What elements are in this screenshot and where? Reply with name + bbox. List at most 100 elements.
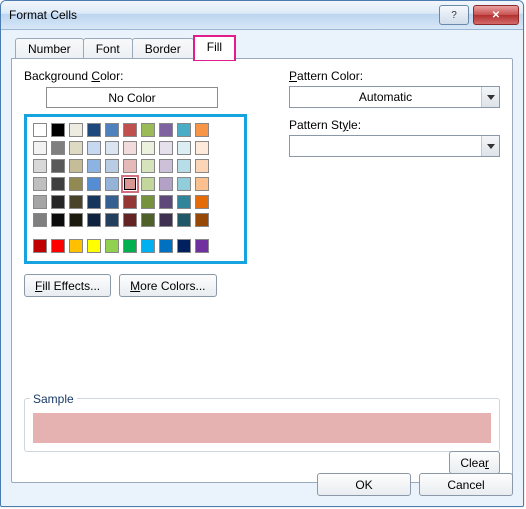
color-swatch[interactable] [123, 213, 137, 227]
color-swatch[interactable] [123, 141, 137, 155]
color-swatch[interactable] [87, 141, 101, 155]
sample-label: Sample [30, 392, 77, 406]
tab-number[interactable]: Number [15, 38, 84, 60]
color-swatch[interactable] [69, 213, 83, 227]
color-swatch[interactable] [177, 239, 191, 253]
color-swatch[interactable] [87, 123, 101, 137]
color-swatch[interactable] [159, 195, 173, 209]
sample-box [24, 398, 500, 452]
sample-group: Sample [24, 384, 500, 452]
ok-button[interactable]: OK [317, 473, 411, 496]
color-swatch[interactable] [123, 239, 137, 253]
color-swatch[interactable] [33, 141, 47, 155]
color-swatch[interactable] [141, 195, 155, 209]
color-swatch[interactable] [105, 159, 119, 173]
color-swatch[interactable] [87, 159, 101, 173]
fill-effects-button[interactable]: Fill Effects... [24, 274, 111, 297]
pattern-color-combo[interactable]: Automatic [289, 86, 500, 108]
no-color-button[interactable]: No Color [46, 87, 218, 108]
color-swatch[interactable] [69, 177, 83, 191]
pattern-style-combo[interactable] [289, 135, 500, 157]
color-swatch[interactable] [177, 177, 191, 191]
color-swatch[interactable] [123, 159, 137, 173]
color-swatch[interactable] [141, 159, 155, 173]
color-swatch[interactable] [33, 177, 47, 191]
color-swatch[interactable] [33, 239, 47, 253]
color-swatch[interactable] [159, 239, 173, 253]
color-swatch[interactable] [87, 239, 101, 253]
color-swatch[interactable] [105, 195, 119, 209]
color-swatch[interactable] [195, 177, 209, 191]
color-swatch[interactable] [177, 213, 191, 227]
color-swatch[interactable] [69, 239, 83, 253]
color-swatch[interactable] [105, 177, 119, 191]
color-swatch[interactable] [87, 177, 101, 191]
color-swatch[interactable] [87, 195, 101, 209]
color-swatch[interactable] [195, 123, 209, 137]
help-button[interactable] [439, 5, 469, 25]
more-colors-button[interactable]: More Colors... [119, 274, 216, 297]
color-swatch[interactable] [195, 141, 209, 155]
color-swatch[interactable] [69, 159, 83, 173]
color-swatch[interactable] [123, 177, 137, 191]
color-swatch[interactable] [105, 123, 119, 137]
client-area: NumberFontBorderFill Background Color: N… [1, 29, 523, 506]
cancel-button[interactable]: Cancel [419, 473, 513, 496]
color-swatch[interactable] [159, 141, 173, 155]
color-swatch[interactable] [51, 177, 65, 191]
color-swatch[interactable] [195, 195, 209, 209]
color-swatch[interactable] [159, 213, 173, 227]
chevron-down-icon[interactable] [481, 136, 499, 156]
color-swatch[interactable] [105, 141, 119, 155]
palette-buttons: Fill Effects... More Colors... [24, 274, 279, 297]
color-swatch[interactable] [177, 141, 191, 155]
color-swatch[interactable] [51, 239, 65, 253]
color-swatch[interactable] [33, 159, 47, 173]
color-swatch[interactable] [195, 213, 209, 227]
close-button[interactable] [473, 5, 519, 25]
tab-font[interactable]: Font [83, 38, 133, 60]
left-column: Background Color: No Color Fill Effects.… [24, 69, 279, 297]
color-swatch[interactable] [141, 123, 155, 137]
clear-button[interactable]: Clear [449, 451, 500, 474]
color-swatch[interactable] [123, 195, 137, 209]
color-swatch[interactable] [141, 177, 155, 191]
color-swatch[interactable] [51, 141, 65, 155]
color-swatch[interactable] [33, 195, 47, 209]
color-swatch[interactable] [141, 239, 155, 253]
chevron-down-icon[interactable] [481, 87, 499, 107]
color-swatch[interactable] [141, 213, 155, 227]
color-swatch[interactable] [177, 195, 191, 209]
color-swatch[interactable] [159, 159, 173, 173]
tab-border[interactable]: Border [132, 38, 194, 60]
tab-fill[interactable]: Fill [193, 35, 236, 61]
right-column: Pattern Color: Automatic Pattern Style: [289, 69, 500, 297]
color-swatch[interactable] [51, 159, 65, 173]
color-swatch[interactable] [51, 123, 65, 137]
theme-color-grid [33, 123, 238, 229]
color-swatch[interactable] [69, 141, 83, 155]
color-palette-highlight [24, 114, 247, 264]
dialog-buttons: OK Cancel [317, 473, 513, 496]
color-swatch[interactable] [69, 123, 83, 137]
color-swatch[interactable] [141, 141, 155, 155]
color-swatch[interactable] [51, 213, 65, 227]
color-swatch[interactable] [159, 123, 173, 137]
color-swatch[interactable] [123, 123, 137, 137]
panel-columns: Background Color: No Color Fill Effects.… [24, 69, 500, 297]
color-swatch[interactable] [51, 195, 65, 209]
color-swatch[interactable] [177, 159, 191, 173]
color-swatch[interactable] [177, 123, 191, 137]
sample-swatch [33, 413, 491, 443]
color-swatch[interactable] [69, 195, 83, 209]
color-swatch[interactable] [33, 213, 47, 227]
color-swatch[interactable] [195, 159, 209, 173]
background-color-label: Background Color: [24, 69, 279, 83]
titlebar[interactable]: Format Cells [1, 1, 523, 30]
color-swatch[interactable] [87, 213, 101, 227]
color-swatch[interactable] [105, 239, 119, 253]
color-swatch[interactable] [159, 177, 173, 191]
color-swatch[interactable] [105, 213, 119, 227]
color-swatch[interactable] [195, 239, 209, 253]
color-swatch[interactable] [33, 123, 47, 137]
